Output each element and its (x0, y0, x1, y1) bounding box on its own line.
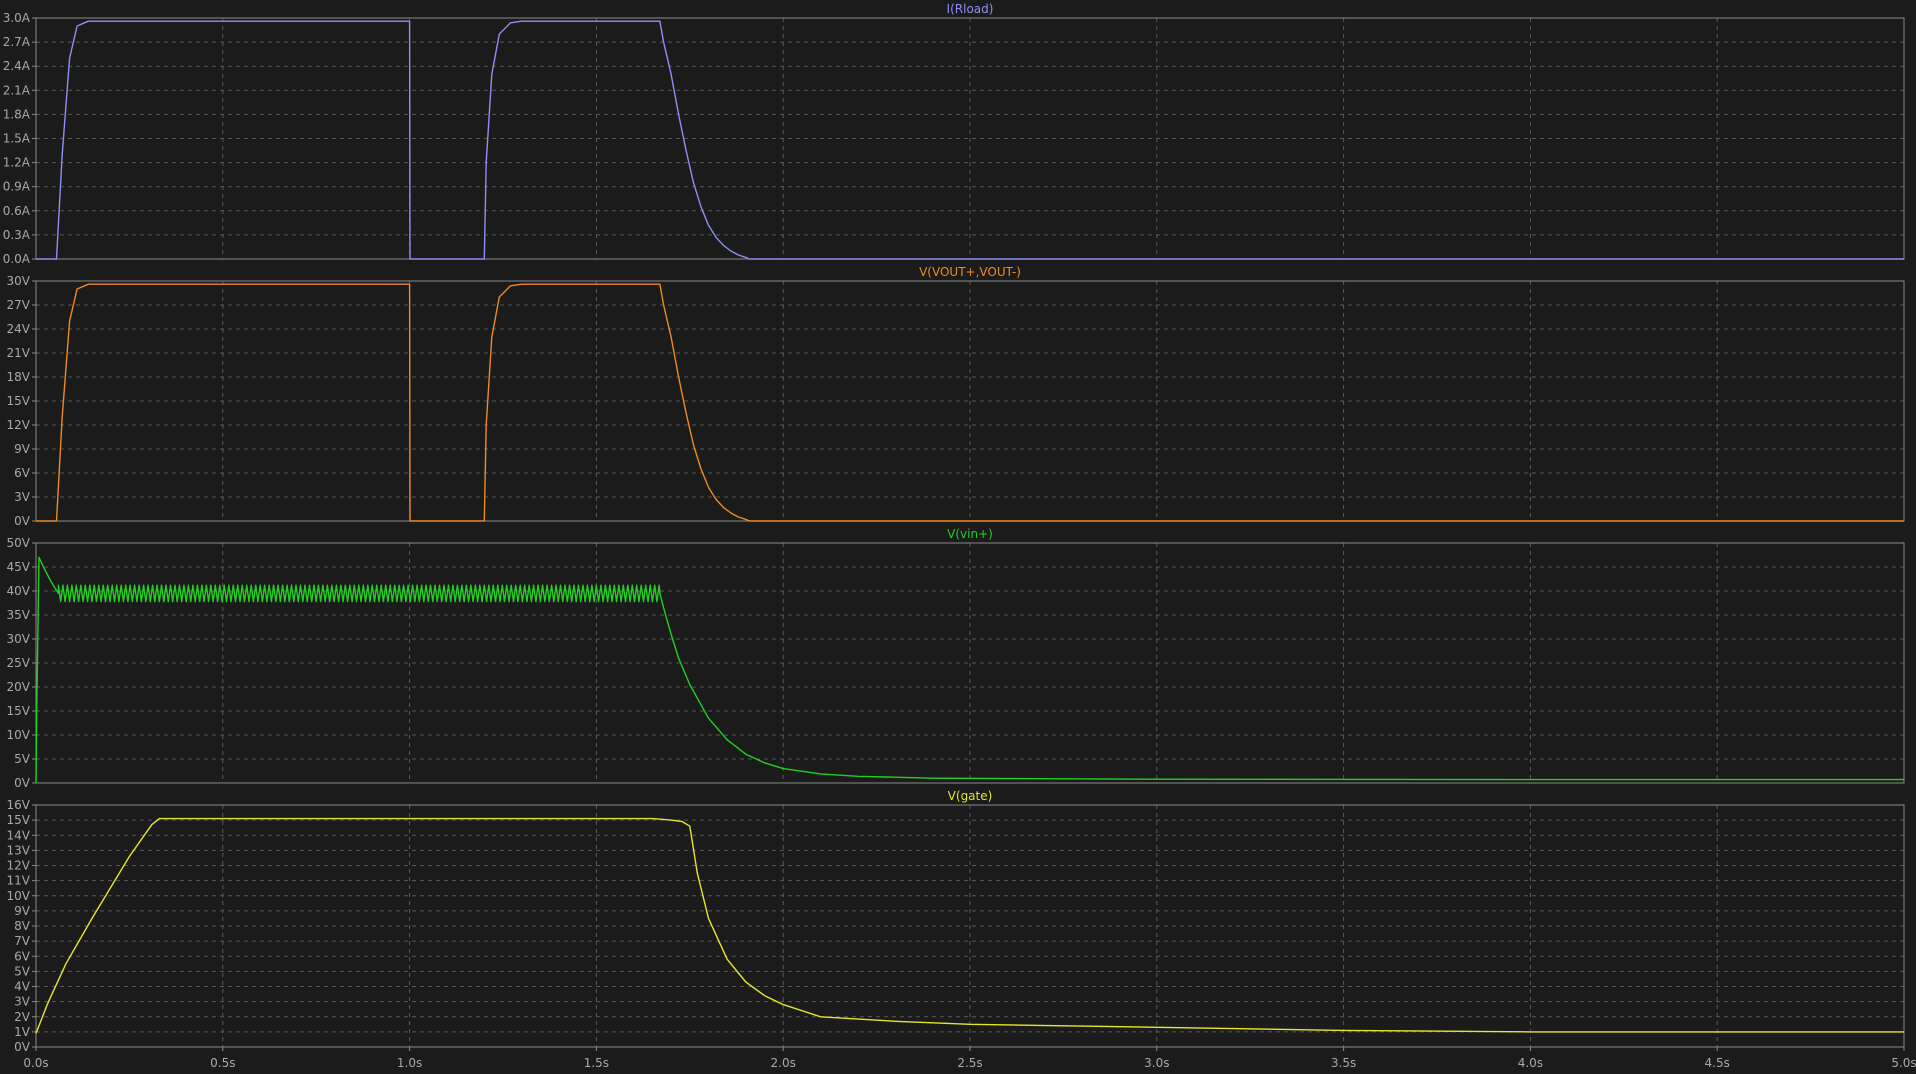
y-tick-label: 27V (7, 298, 31, 312)
y-tick-label: 15V (7, 394, 31, 408)
y-tick-label: 0V (14, 514, 31, 528)
y-tick-label: 18V (7, 370, 31, 384)
y-tick-label: 5V (14, 752, 31, 766)
y-tick-label: 10V (7, 728, 31, 742)
y-tick-label: 2.7A (3, 35, 31, 49)
y-tick-label: 10V (7, 889, 31, 903)
plot-pane: 0V 5V 10V 15V 20V 25V 30V 35V 40V 45V 50V V(vin+) (7, 527, 1905, 790)
x-tick-label: 1.0s (397, 1056, 422, 1070)
trace-label[interactable]: V(VOUT+,VOUT-) (919, 265, 1021, 279)
y-tick-label: 0.9A (3, 180, 31, 194)
y-tick-label: 3.0A (3, 11, 31, 25)
x-tick-label: 4.0s (1518, 1056, 1543, 1070)
x-tick-label: 3.5s (1331, 1056, 1356, 1070)
x-tick-label: 2.0s (771, 1056, 796, 1070)
y-tick-label: 11V (7, 874, 31, 888)
y-tick-label: 8V (14, 919, 31, 933)
trace-label[interactable]: V(gate) (948, 789, 993, 803)
y-tick-label: 21V (7, 346, 31, 360)
x-tick-label: 0.0s (23, 1056, 48, 1070)
x-tick-label: 4.5s (1705, 1056, 1730, 1070)
y-tick-label: 3V (14, 490, 31, 504)
y-tick-label: 7V (14, 934, 31, 948)
y-tick-label: 0.0A (3, 252, 31, 266)
y-tick-label: 2V (14, 1010, 31, 1024)
plot-pane: 0V 3V 6V 9V 12V 15V 18V 21V 24V 27V 30V V(VOUT+,VOU… (7, 265, 1905, 528)
y-tick-label: 20V (7, 680, 31, 694)
y-tick-label: 0.3A (3, 228, 31, 242)
y-tick-label: 12V (7, 418, 31, 432)
x-tick-label: 1.5s (584, 1056, 609, 1070)
y-tick-label: 40V (7, 584, 31, 598)
x-tick-label: 2.5s (957, 1056, 982, 1070)
y-tick-label: 4V (14, 980, 31, 994)
y-tick-label: 1.8A (3, 107, 31, 121)
y-tick-label: 35V (7, 608, 31, 622)
y-tick-label: 6V (14, 466, 31, 480)
y-tick-label: 2.4A (3, 59, 31, 73)
y-tick-label: 0V (14, 776, 31, 790)
y-tick-label: 15V (7, 704, 31, 718)
y-tick-label: 1.5A (3, 132, 31, 146)
y-tick-label: 6V (14, 949, 31, 963)
x-tick-label: 0.5s (210, 1056, 235, 1070)
waveform-viewer: 0.0A 0.3A 0.6A 0.9A 1.2A 1.5A 1.8A 2.1A 2.4A 2.7A… (3, 2, 1916, 1070)
y-tick-label: 12V (7, 859, 31, 873)
y-tick-label: 3V (14, 995, 31, 1009)
plot-pane: 0V1V2V3V4V 5V6V7V8V9V10V11V12V 13V14V15V16… (7, 789, 1916, 1070)
y-tick-label: 24V (7, 322, 31, 336)
x-tick-label: 3.0s (1144, 1056, 1169, 1070)
y-tick-label: 45V (7, 560, 31, 574)
y-tick-label: 25V (7, 656, 31, 670)
x-tick-label: 5.0s (1891, 1056, 1916, 1070)
y-tick-label: 5V (14, 964, 31, 978)
y-tick-label: 0V (14, 1040, 31, 1054)
y-tick-label: 15V (7, 813, 31, 827)
y-tick-label: 13V (7, 843, 31, 857)
y-tick-label: 30V (7, 274, 31, 288)
y-tick-label: 16V (7, 798, 31, 812)
y-tick-label: 30V (7, 632, 31, 646)
y-tick-label: 1.2A (3, 156, 31, 170)
y-tick-label: 9V (14, 904, 31, 918)
y-tick-label: 2.1A (3, 83, 31, 97)
y-tick-label: 9V (14, 442, 31, 456)
plot-pane: 0.0A 0.3A 0.6A 0.9A 1.2A 1.5A 1.8A 2.1A 2.4A 2.7A… (3, 2, 1905, 266)
y-tick-label: 14V (7, 828, 31, 842)
y-tick-label: 50V (7, 536, 31, 550)
y-tick-label: 1V (14, 1025, 31, 1039)
trace-label[interactable]: V(vin+) (947, 527, 993, 541)
y-tick-label: 0.6A (3, 204, 31, 218)
trace-label[interactable]: I(Rload) (947, 2, 994, 16)
